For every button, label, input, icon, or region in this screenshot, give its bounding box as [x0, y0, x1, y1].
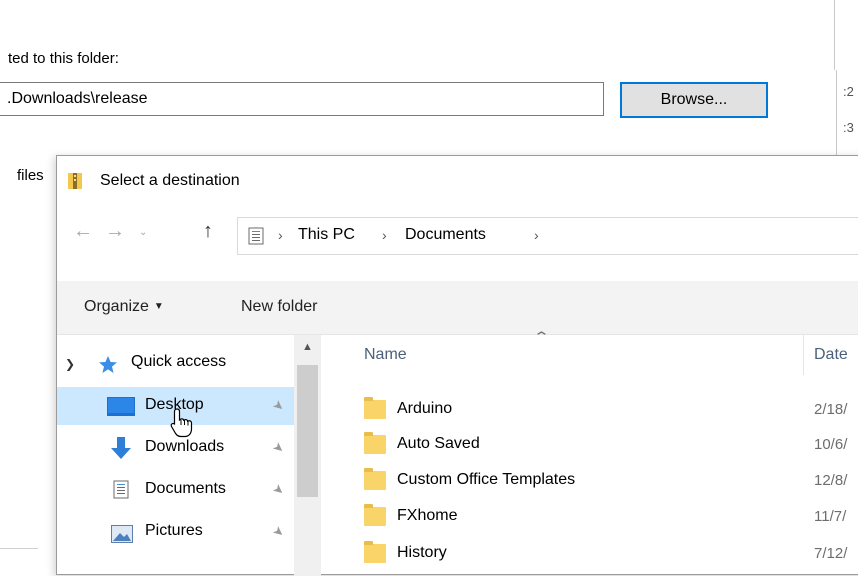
scrollbar-thumb[interactable]: [297, 365, 318, 497]
expand-chevron-icon[interactable]: ❯: [65, 357, 75, 371]
column-divider[interactable]: [803, 335, 804, 375]
tree-item-label: Documents: [145, 480, 226, 497]
file-name: Arduino: [397, 400, 453, 417]
pin-icon[interactable]: ➤: [269, 396, 288, 415]
background-divider: [0, 548, 38, 549]
breadcrumb-chevron-icon[interactable]: ›: [534, 227, 539, 243]
pin-icon[interactable]: ➤: [269, 438, 288, 457]
file-date: 7/12/: [814, 545, 848, 562]
quick-access-label: Quick access: [131, 353, 227, 370]
navigation-scrollbar[interactable]: ▲: [294, 335, 321, 576]
pin-icon[interactable]: ➤: [269, 480, 288, 499]
select-destination-dialog: Select a destination ← → ⌄ ↑ › This PC ›…: [56, 155, 858, 576]
hand-cursor-icon: [170, 408, 193, 438]
file-name: Custom Office Templates: [397, 471, 576, 488]
file-name: History: [397, 544, 447, 561]
new-folder-button[interactable]: New folder: [241, 298, 317, 316]
breadcrumb-this-pc[interactable]: This PC: [298, 226, 355, 244]
breadcrumb-chevron-icon[interactable]: ›: [278, 227, 283, 243]
dropdown-caret-icon: ▼: [153, 301, 164, 312]
destination-label: ted to this folder:: [8, 50, 119, 67]
folder-icon: [364, 432, 386, 454]
recent-locations-chevron-icon[interactable]: ⌄: [139, 227, 147, 238]
tree-item-pictures[interactable]: Pictures ➤: [57, 513, 294, 551]
back-arrow-icon[interactable]: ←: [73, 220, 93, 243]
file-date: 2/18/: [814, 401, 848, 418]
zip-folder-icon: [68, 173, 82, 189]
breadcrumb-documents[interactable]: Documents: [405, 226, 486, 244]
navigation-row: ← → ⌄ ↑ › This PC › Documents ›: [57, 212, 858, 256]
tree-item-quick-access[interactable]: ❯ Quick access: [57, 345, 294, 383]
window-divider: [834, 0, 835, 70]
tree-item-label: Downloads: [145, 438, 225, 455]
file-row[interactable]: FXhome 11/7/: [322, 499, 858, 535]
background-list-item: :2: [843, 84, 854, 99]
star-icon: [99, 356, 117, 373]
folder-icon: [364, 397, 386, 419]
file-list-pane: ⌃ Name Date Arduino 2/18/ Auto Saved 10/…: [322, 329, 858, 576]
file-row[interactable]: Arduino 2/18/: [322, 392, 858, 428]
title-bar: Select a destination: [57, 156, 858, 206]
file-row[interactable]: Custom Office Templates 12/8/: [322, 463, 858, 499]
background-list-item: :3: [843, 120, 854, 135]
column-header-date[interactable]: Date: [814, 346, 848, 364]
file-date: 12/8/: [814, 472, 848, 489]
up-arrow-icon[interactable]: ↑: [203, 220, 213, 243]
tree-item-label: Pictures: [145, 522, 203, 539]
file-row[interactable]: Auto Saved 10/6/: [322, 427, 858, 463]
files-label: files: [17, 167, 44, 184]
address-bar[interactable]: › This PC › Documents ›: [237, 217, 858, 255]
download-arrow-icon: [111, 437, 131, 459]
documents-icon: [248, 227, 264, 245]
folder-icon: [364, 504, 386, 526]
documents-icon: [113, 480, 129, 499]
background-list: :2 :3: [836, 70, 858, 160]
pin-icon[interactable]: ➤: [269, 522, 288, 541]
destination-path-field[interactable]: .Downloads\release: [0, 82, 604, 116]
file-date: 11/7/: [814, 508, 847, 525]
file-name: Auto Saved: [397, 435, 480, 452]
forward-arrow-icon[interactable]: →: [105, 220, 125, 243]
folder-icon: [364, 468, 386, 490]
file-date: 10/6/: [814, 436, 848, 453]
command-toolbar: Organize ▼ New folder: [57, 281, 858, 335]
scroll-up-arrow-icon[interactable]: ▲: [302, 341, 313, 353]
file-name: FXhome: [397, 507, 458, 524]
dialog-title: Select a destination: [100, 172, 240, 189]
breadcrumb-chevron-icon[interactable]: ›: [382, 227, 387, 243]
organize-menu[interactable]: Organize ▼: [84, 298, 164, 316]
organize-label: Organize: [84, 298, 149, 315]
folder-icon: [364, 541, 386, 563]
column-header-name[interactable]: Name: [364, 346, 407, 364]
navigation-pane: ❯ Quick access Desktop ➤ Downloads ➤ Doc…: [57, 335, 322, 576]
pictures-icon: [111, 525, 133, 543]
desktop-icon: [107, 397, 135, 416]
sort-ascending-caret-icon: ⌃: [532, 329, 551, 344]
file-row[interactable]: History 7/12/: [322, 536, 858, 572]
tree-item-documents[interactable]: Documents ➤: [57, 471, 294, 509]
browse-button[interactable]: Browse...: [620, 82, 768, 118]
